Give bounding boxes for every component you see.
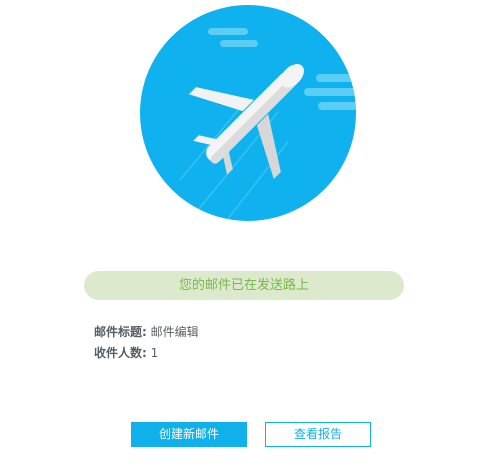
- send-status-text: 您的邮件已在发送路上: [178, 278, 309, 293]
- create-new-mail-button[interactable]: 创建新邮件: [131, 422, 247, 447]
- send-success-page: 您的邮件已在发送路上 邮件标题: 邮件编辑 收件人数: 1 创建新邮件 查看报告: [0, 0, 498, 470]
- mail-details: 邮件标题: 邮件编辑 收件人数: 1: [94, 322, 199, 364]
- subject-value: 邮件编辑: [150, 325, 199, 339]
- recipients-label: 收件人数:: [94, 346, 147, 360]
- recipients-row: 收件人数: 1: [94, 343, 199, 364]
- airplane-icon: [140, 5, 356, 221]
- subject-label: 邮件标题:: [94, 325, 147, 339]
- view-report-button[interactable]: 查看报告: [265, 422, 371, 447]
- subject-row: 邮件标题: 邮件编辑: [94, 322, 199, 343]
- send-status-banner: 您的邮件已在发送路上: [84, 271, 404, 300]
- airplane-illustration: [128, 0, 368, 230]
- recipients-value: 1: [150, 346, 159, 360]
